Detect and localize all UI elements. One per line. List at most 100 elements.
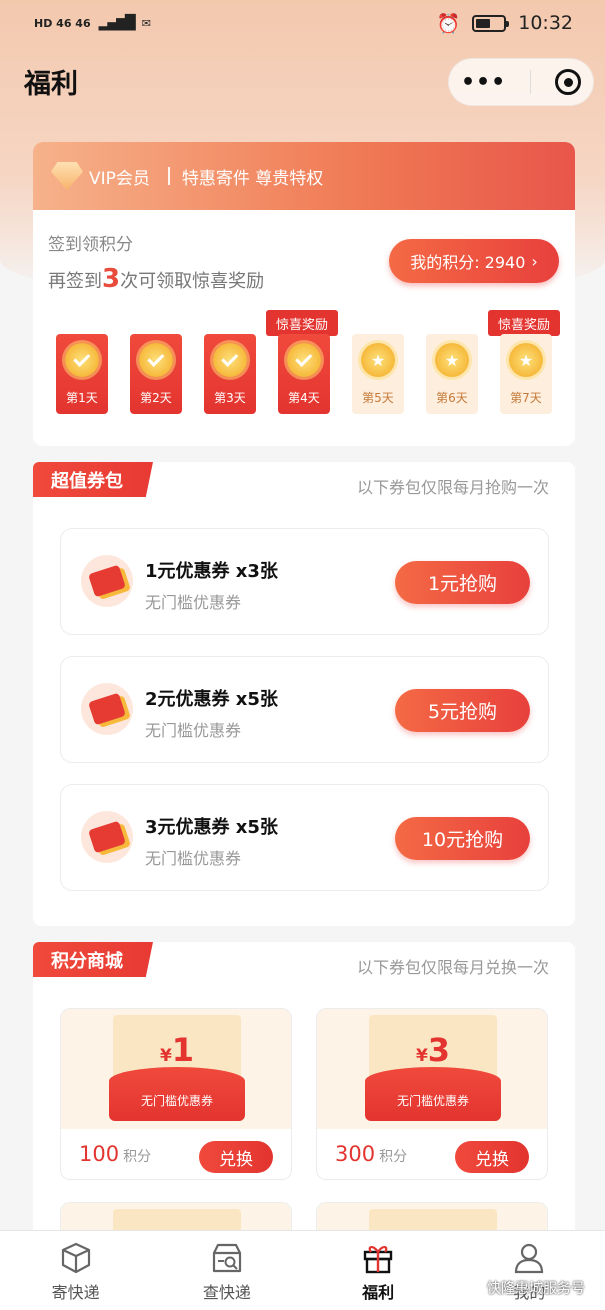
diamond-icon <box>51 162 83 190</box>
checkin-count: 3 <box>102 264 121 294</box>
status-bar: HD 46 46 ▂▄▆█ ✉ ⏰ 10:32 <box>0 0 605 46</box>
signal-status: HD 46 46 <box>34 16 91 30</box>
tab-label: 寄快递 <box>51 1283 100 1302</box>
capsule-divider <box>530 70 532 94</box>
checkin-progress: 再签到3次可领取惊喜奖励 <box>48 264 264 294</box>
checkin-prefix: 再签到 <box>48 271 102 292</box>
vip-checkin-card: VIP会员 特惠寄件 尊贵特权 签到领积分 再签到3次可领取惊喜奖励 我的积分:… <box>33 142 575 446</box>
tab-label: 福利 <box>362 1283 395 1302</box>
day-label: 第4天 <box>288 391 320 405</box>
mall-coupon-card[interactable]: ¥1 无门槛优惠券 100 积分 兑换 <box>60 1008 292 1180</box>
surprise-tag-day4: 惊喜奖励 <box>266 310 339 336</box>
yen-symbol: ¥ <box>415 1046 428 1066</box>
tab-welfare[interactable]: 福利 <box>303 1231 454 1310</box>
buy-button[interactable]: 10元抢购 <box>395 817 530 860</box>
section-title: 积分商城 <box>33 942 153 977</box>
gift-icon <box>363 1246 393 1274</box>
star-coin-icon: ★ <box>435 343 469 377</box>
alarm-icon: ⏰ <box>436 12 461 35</box>
points-cost: 100 积分 <box>79 1142 151 1166</box>
my-points-label: 我的积分: 2940 <box>410 253 526 272</box>
coupon-packs-section: 超值券包 以下券包仅限每月抢购一次 1元优惠券 x3张 无门槛优惠券 1元抢购 … <box>33 462 575 926</box>
section-title: 超值券包 <box>33 462 153 497</box>
points-mall-section: 积分商城 以下券包仅限每月兑换一次 ¥1 无门槛优惠券 100 积分 兑换 ¥3 … <box>33 942 575 1242</box>
coupon-subtitle: 无门槛优惠券 <box>145 849 242 868</box>
coupon-amount: ¥3 <box>317 1031 547 1069</box>
vip-header: VIP会员 特惠寄件 尊贵特权 <box>33 142 575 210</box>
vip-slogan: 特惠寄件 尊贵特权 <box>181 168 324 189</box>
coupon-title: 2元优惠券 x5张 <box>145 689 278 710</box>
tab-label: 查快递 <box>202 1283 251 1302</box>
coupon-subtitle: 无门槛优惠券 <box>145 593 242 612</box>
yen-symbol: ¥ <box>159 1046 172 1066</box>
check-coin-icon <box>213 343 247 377</box>
check-coin-icon <box>65 343 99 377</box>
bottom-tab-bar: 寄快递 查快递 福利 我的 <box>0 1230 605 1310</box>
user-icon <box>515 1243 544 1274</box>
battery-icon <box>472 14 510 32</box>
vip-separator <box>167 167 170 185</box>
points-value: 300 <box>335 1142 376 1166</box>
checkin-day-4[interactable]: 第4天 <box>278 334 330 414</box>
mall-coupon-card[interactable]: ¥3 无门槛优惠券 300 积分 兑换 <box>316 1008 548 1180</box>
signal-icon: ▂▄▆█ <box>98 15 136 31</box>
coupon-amount: ¥1 <box>61 1031 291 1069</box>
points-value: 100 <box>79 1142 120 1166</box>
day-label: 第3天 <box>214 391 246 405</box>
watermark: 快隆惠城服务号 <box>487 1281 585 1297</box>
tab-send-express[interactable]: 寄快递 <box>0 1231 151 1310</box>
status-indicators: HD 46 46 ▂▄▆█ ✉ <box>34 15 151 31</box>
coupon-pack-item: 2元优惠券 x5张 无门槛优惠券 5元抢购 <box>60 656 549 763</box>
close-miniprogram-icon[interactable] <box>555 69 582 95</box>
checkin-suffix: 次可领取惊喜奖励 <box>120 271 265 292</box>
ticket-icon <box>81 683 133 735</box>
tab-mine[interactable]: 我的 <box>454 1231 605 1310</box>
wechat-icon: ✉ <box>141 16 151 30</box>
tab-track-express[interactable]: 查快递 <box>151 1231 302 1310</box>
day-label: 第1天 <box>66 391 98 405</box>
points-cost: 300 积分 <box>335 1142 407 1166</box>
check-coin-icon <box>139 343 173 377</box>
checkin-day-3[interactable]: 第3天 <box>204 334 256 414</box>
exchange-button[interactable]: 兑换 <box>199 1141 273 1173</box>
package-icon <box>61 1242 90 1274</box>
section-note: 以下券包仅限每月兑换一次 <box>356 958 549 977</box>
day-label: 第2天 <box>140 391 172 405</box>
checkin-day-2[interactable]: 第2天 <box>130 334 182 414</box>
coupon-subtitle: 无门槛优惠券 <box>145 721 242 740</box>
vip-label: VIP会员 <box>89 168 150 189</box>
day-label: 第7天 <box>510 391 542 405</box>
star-coin-icon: ★ <box>361 343 395 377</box>
coupon-label: 无门槛优惠券 <box>109 1067 245 1121</box>
checkin-day-6[interactable]: ★ 第6天 <box>426 334 478 414</box>
buy-button[interactable]: 1元抢购 <box>395 561 530 604</box>
checkin-day-7[interactable]: ★ 第7天 <box>500 334 552 414</box>
coupon-pack-item: 1元优惠券 x3张 无门槛优惠券 1元抢购 <box>60 528 549 635</box>
points-unit: 积分 <box>379 1149 408 1165</box>
more-icon[interactable]: ••• <box>461 70 506 95</box>
exchange-button[interactable]: 兑换 <box>455 1141 529 1173</box>
store-search-icon <box>212 1243 241 1273</box>
checkin-day-1[interactable]: 第1天 <box>56 334 108 414</box>
section-note: 以下券包仅限每月抢购一次 <box>356 478 549 497</box>
points-unit: 积分 <box>123 1149 152 1165</box>
ticket-icon <box>81 811 133 863</box>
checkin-day-5[interactable]: ★ 第5天 <box>352 334 404 414</box>
day-label: 第6天 <box>436 391 468 405</box>
buy-button[interactable]: 5元抢购 <box>395 689 530 732</box>
checkin-title: 签到领积分 <box>48 235 133 255</box>
coupon-title: 3元优惠券 x5张 <box>145 817 278 838</box>
coupon-graphic: ¥1 无门槛优惠券 <box>61 1009 291 1129</box>
surprise-tag-day7: 惊喜奖励 <box>488 310 561 336</box>
star-coin-icon: ★ <box>509 343 543 377</box>
checkin-days: 惊喜奖励 惊喜奖励 第1天 第2天 第3天 第4天 ★ 第5天 ★ 第6天 ★ … <box>53 310 563 420</box>
chevron-right-icon: › <box>531 251 538 271</box>
status-right: ⏰ 10:32 <box>437 12 573 35</box>
status-time: 10:32 <box>518 12 573 34</box>
coupon-title: 1元优惠券 x3张 <box>145 561 278 582</box>
day-label: 第5天 <box>362 391 394 405</box>
ticket-icon <box>81 555 133 607</box>
coupon-value: 1 <box>171 1031 195 1069</box>
coupon-graphic: ¥3 无门槛优惠券 <box>317 1009 547 1129</box>
my-points-button[interactable]: 我的积分: 2940 › <box>389 239 559 283</box>
